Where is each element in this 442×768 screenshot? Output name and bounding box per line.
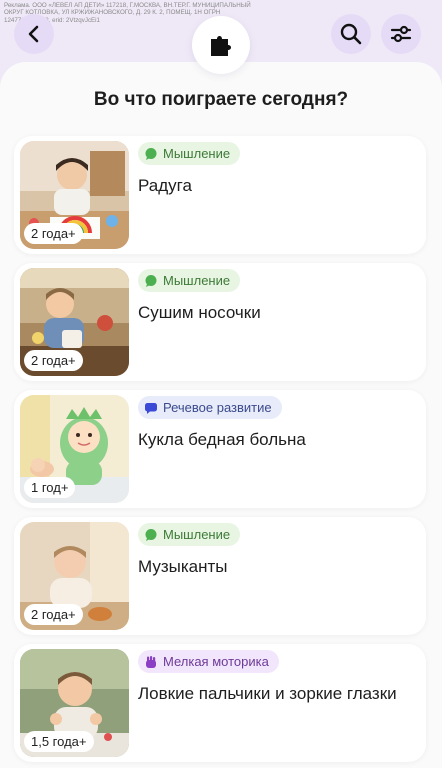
category-tag: Мышление xyxy=(138,269,241,292)
game-title: Ловкие пальчики и зоркие глазки xyxy=(138,684,397,703)
age-badge: 1,5 года+ xyxy=(24,731,94,752)
category-tag: Мелкая моторика xyxy=(138,650,279,673)
age-badge: 1 год+ xyxy=(24,477,76,498)
game-image: 1,5 года+ xyxy=(20,649,129,757)
game-title: Кукла бедная больна xyxy=(138,430,306,449)
game-image: 2 года+ xyxy=(20,268,129,376)
age-badge: 2 года+ xyxy=(24,223,83,244)
game-title: Сушим носочки xyxy=(138,303,261,322)
category-label: Речевое развитие xyxy=(163,400,272,415)
back-button[interactable] xyxy=(14,14,54,54)
chevron-left-icon xyxy=(28,25,39,43)
chat-bubble-icon xyxy=(145,274,157,287)
game-card[interactable]: 2 года+ Мышление Сушим носочки xyxy=(14,263,426,381)
chat-bubble-icon xyxy=(145,147,157,160)
game-title: Музыканты xyxy=(138,557,228,576)
game-image: 1 год+ xyxy=(20,395,129,503)
age-badge: 2 года+ xyxy=(24,350,83,371)
game-image: 2 года+ xyxy=(20,522,129,630)
category-label: Мышление xyxy=(163,146,231,161)
chat-bubble-icon xyxy=(145,528,157,541)
game-card[interactable]: 2 года+ Мышление Музыканты xyxy=(14,517,426,635)
category-label: Мышление xyxy=(163,273,231,288)
hand-icon xyxy=(146,655,156,668)
category-label: Мышление xyxy=(163,527,231,542)
page-title: Во что поиграете сегодня? xyxy=(93,89,349,110)
category-tag: Мышление xyxy=(138,142,241,165)
sliders-icon xyxy=(390,25,412,43)
game-card[interactable]: 1,5 года+ Мелкая моторика Ловкие пальчик… xyxy=(14,644,426,762)
puzzle-icon xyxy=(211,36,231,56)
category-label: Мелкая моторика xyxy=(163,654,269,669)
game-title: Радуга xyxy=(138,176,192,195)
game-card[interactable]: 2 года+ Мышление Радуга xyxy=(14,136,426,254)
category-tag: Речевое развитие xyxy=(138,396,282,419)
search-button[interactable] xyxy=(331,14,371,54)
game-image: 2 года+ xyxy=(20,141,129,249)
game-card[interactable]: 1 год+ Речевое развитие Кукла бедная бол… xyxy=(14,390,426,508)
filter-button[interactable] xyxy=(381,14,421,54)
search-icon xyxy=(340,23,362,45)
age-badge: 2 года+ xyxy=(24,604,83,625)
category-tag: Мышление xyxy=(138,523,241,546)
speech-icon xyxy=(145,402,157,414)
puzzle-badge xyxy=(192,16,250,74)
